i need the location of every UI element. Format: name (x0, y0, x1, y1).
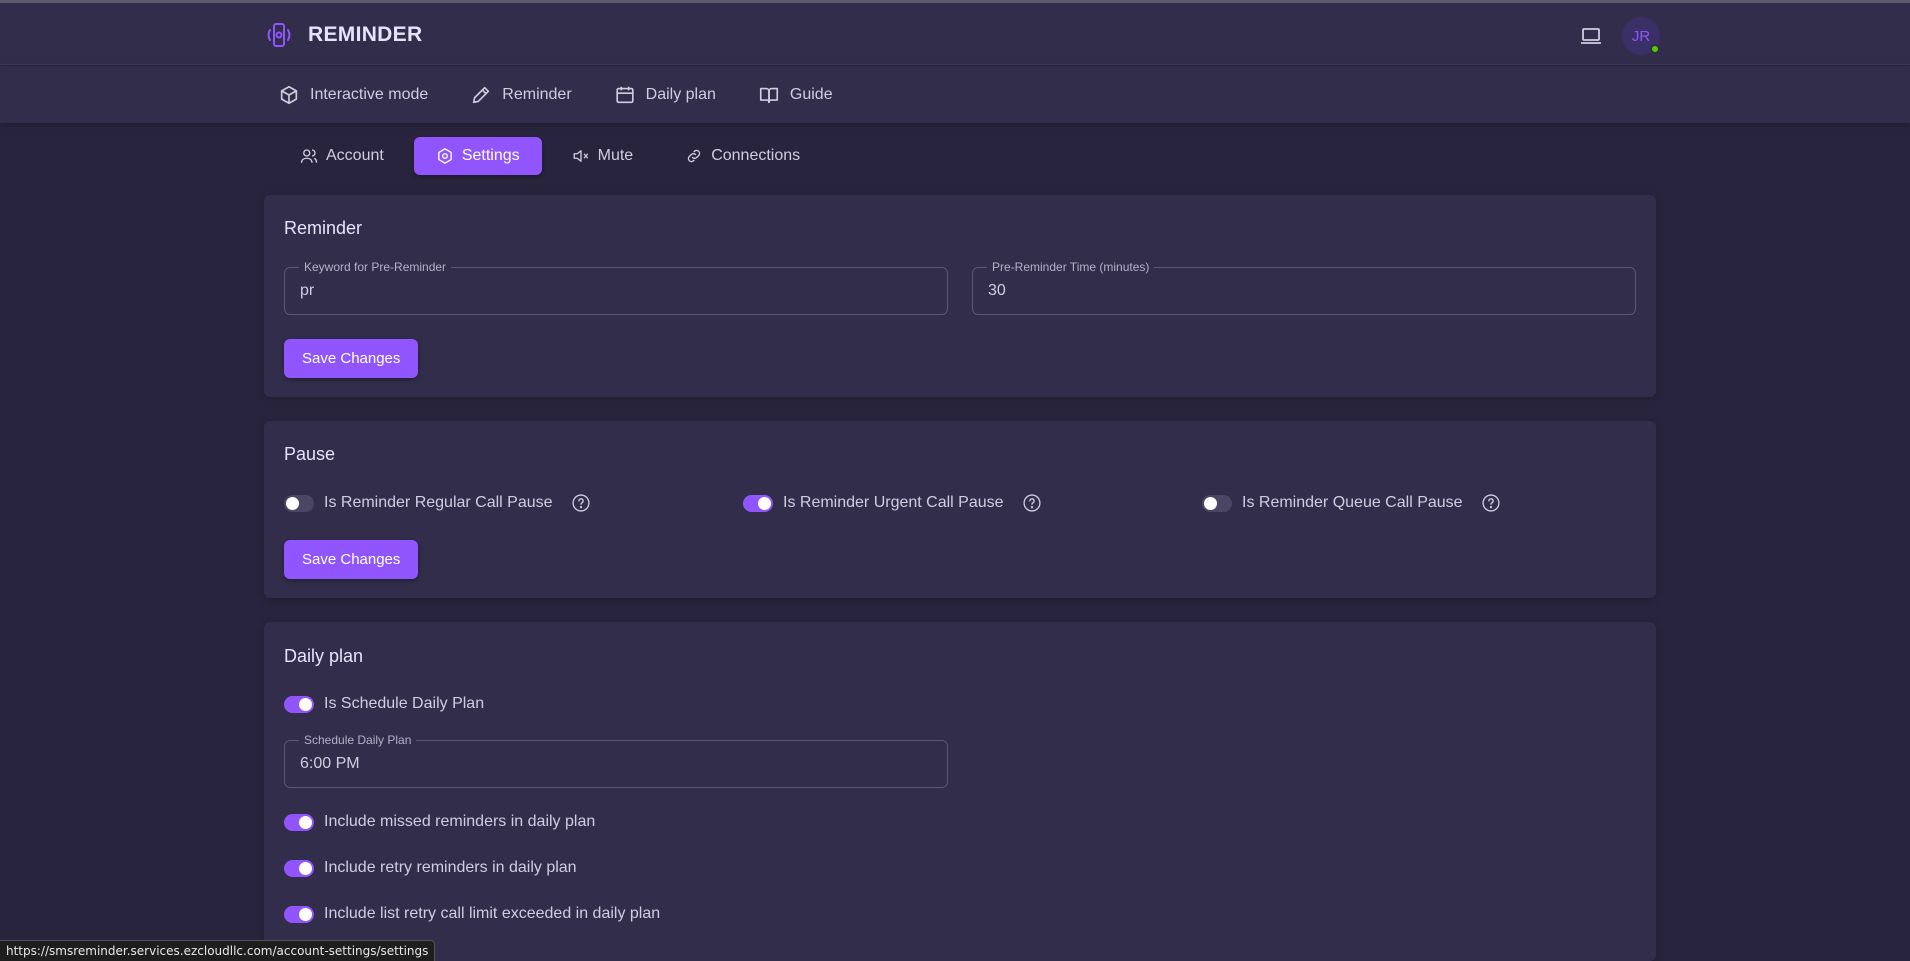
queue-call-pause-switch[interactable] (1202, 494, 1232, 512)
settings-icon (437, 148, 452, 164)
retry-limit-row: Include list retry call limit exceeded i… (284, 905, 660, 923)
switch-label: Is Reminder Queue Call Pause (1242, 494, 1463, 511)
keyword-field[interactable]: Keyword for Pre-Reminder pr (284, 260, 948, 315)
queue-call-pause-row: Is Reminder Queue Call Pause (1202, 493, 1501, 513)
tab-account[interactable]: Account (278, 137, 406, 175)
urgent-call-pause-row: Is Reminder Urgent Call Pause (743, 493, 1042, 513)
tab-label: Connections (711, 147, 801, 164)
tab-connections[interactable]: Connections (663, 137, 822, 175)
nav-label: Interactive mode (310, 85, 429, 103)
help-icon[interactable] (1481, 493, 1501, 513)
schedule-daily-plan-row: Is Schedule Daily Plan (284, 695, 484, 713)
tab-label: Account (326, 147, 384, 164)
card-title: Pause (284, 444, 336, 464)
link-icon (688, 149, 701, 163)
retry-reminders-row: Include retry reminders in daily plan (284, 859, 577, 877)
regular-call-pause-row: Is Reminder Regular Call Pause (284, 493, 591, 513)
calendar-icon (616, 86, 634, 103)
daily-plan-card: Daily plan Is Schedule Daily Plan Schedu… (264, 622, 1656, 961)
nav-label: Reminder (502, 85, 572, 103)
card-title: Daily plan (284, 646, 364, 666)
nav-label: Daily plan (645, 85, 716, 103)
nav-item-guide[interactable]: Guide (758, 84, 833, 106)
missed-reminders-row: Include missed reminders in daily plan (284, 813, 595, 831)
field-label: Keyword for Pre-Reminder (299, 260, 452, 274)
nav-item-interactive-mode[interactable]: Interactive mode (278, 84, 428, 106)
switch-label: Is Reminder Urgent Call Pause (783, 494, 1004, 511)
switch-label: Include retry reminders in daily plan (324, 859, 577, 876)
mute-icon (573, 150, 588, 162)
tab-settings[interactable]: Settings (413, 137, 542, 175)
app-bar: REMINDER JR (0, 3, 1910, 65)
schedule-daily-plan-field[interactable]: Schedule Daily Plan 6:00 PM (284, 733, 948, 788)
phone-vibrate-icon (264, 20, 294, 50)
laptop-icon[interactable] (1578, 23, 1604, 49)
brand[interactable]: REMINDER (264, 20, 422, 50)
field-value: pr (300, 282, 315, 299)
book-icon (759, 87, 778, 103)
tab-label: Mute (597, 147, 634, 164)
help-icon[interactable] (1022, 493, 1042, 513)
cube-icon (280, 85, 298, 104)
tab-label: Settings (461, 147, 520, 164)
save-reminder-button[interactable]: Save Changes (284, 339, 419, 378)
nav-label: Guide (789, 85, 833, 103)
settings-tabs: Account Settings Mute Connections (278, 137, 822, 175)
switch-label: Include missed reminders in daily plan (324, 813, 596, 830)
tab-mute[interactable]: Mute (550, 137, 656, 175)
field-label: Schedule Daily Plan (299, 733, 417, 747)
retry-reminders-switch[interactable] (284, 859, 314, 877)
nav-item-daily-plan[interactable]: Daily plan (614, 84, 716, 106)
help-icon[interactable] (571, 493, 591, 513)
browser-status-url: https://smsreminder.services.ezcloudllc.… (0, 940, 436, 961)
avatar-initials: JR (1631, 27, 1651, 45)
field-value: 6:00 PM (300, 755, 360, 772)
main-nav: Interactive mode Reminder Daily plan Gui… (0, 66, 1910, 123)
online-status-dot (1650, 44, 1660, 54)
pre-reminder-time-field[interactable]: Pre-Reminder Time (minutes) 30 (972, 260, 1636, 315)
pencil-icon (473, 86, 490, 103)
schedule-daily-plan-switch[interactable] (284, 695, 314, 713)
nav-item-reminder[interactable]: Reminder (470, 84, 572, 106)
regular-call-pause-switch[interactable] (284, 494, 314, 512)
urgent-call-pause-switch[interactable] (743, 494, 773, 512)
appbar-actions: JR (1578, 17, 1660, 55)
pause-card: Pause Is Reminder Regular Call Pause Is … (264, 421, 1656, 598)
avatar[interactable]: JR (1622, 17, 1660, 55)
switch-label: Is Schedule Daily Plan (324, 695, 485, 712)
save-pause-button[interactable]: Save Changes (284, 540, 419, 579)
switch-label: Include list retry call limit exceeded i… (324, 905, 661, 922)
switch-label: Is Reminder Regular Call Pause (324, 494, 553, 511)
field-value: 30 (988, 282, 1006, 299)
user-icon (300, 149, 318, 163)
field-label: Pre-Reminder Time (minutes) (987, 260, 1155, 274)
retry-limit-switch[interactable] (284, 905, 314, 923)
card-title: Reminder (284, 218, 363, 238)
app-name: REMINDER (308, 23, 423, 46)
missed-reminders-switch[interactable] (284, 813, 314, 831)
reminder-card: Reminder Keyword for Pre-Reminder pr Pre… (264, 195, 1656, 397)
